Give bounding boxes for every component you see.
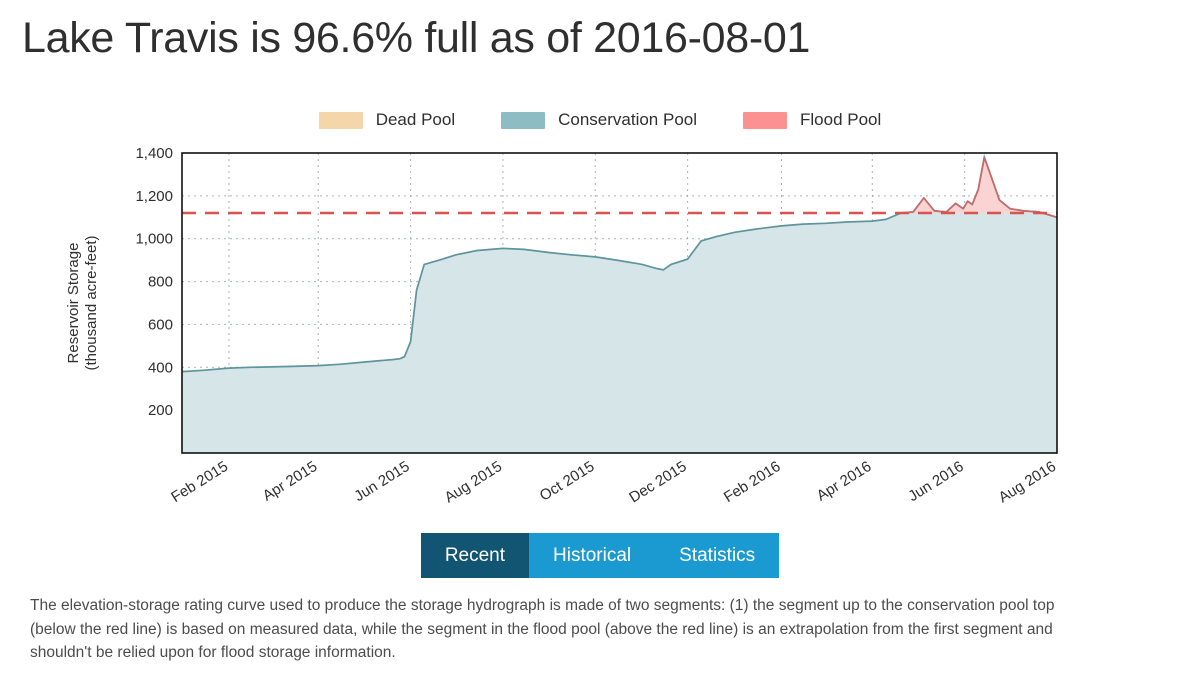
y-axis-title: Reservoir Storage (thousand acre-feet) — [65, 235, 100, 370]
svg-text:400: 400 — [148, 359, 173, 376]
legend-swatch-conservation-pool — [501, 111, 546, 129]
svg-text:Feb 2015: Feb 2015 — [168, 458, 231, 506]
svg-text:Jun 2015: Jun 2015 — [351, 458, 412, 505]
svg-text:Apr 2016: Apr 2016 — [814, 458, 875, 505]
legend-item-dead-pool: Dead Pool — [318, 110, 456, 130]
svg-text:Apr 2015: Apr 2015 — [260, 458, 321, 505]
svg-text:Feb 2016: Feb 2016 — [721, 458, 784, 506]
note-line-3: shouldn't be relied upon for flood stora… — [30, 644, 396, 662]
page-title: Lake Travis is 96.6% full as of 2016-08-… — [22, 14, 811, 62]
svg-text:Dec 2015: Dec 2015 — [626, 458, 689, 506]
svg-text:600: 600 — [148, 316, 173, 333]
legend-item-conservation-pool: Conservation Pool — [501, 110, 697, 130]
legend-label-dead-pool: Dead Pool — [375, 110, 456, 129]
legend-swatch-flood-pool — [743, 111, 788, 129]
legend-label-conservation-pool: Conservation Pool — [558, 110, 698, 129]
legend-label-flood-pool: Flood Pool — [800, 110, 882, 129]
storage-hydrograph-chart: 200 400 600 800 1,000 1,200 1,400 Feb 2015 Apr … — [0, 140, 1120, 510]
legend-item-flood-pool: Flood Pool — [743, 110, 881, 130]
legend-swatch-dead-pool — [318, 111, 363, 129]
chart-svg: 200 400 600 800 1,000 1,200 1,400 Feb 2015 Apr … — [65, 145, 1059, 506]
svg-text:Aug 2015: Aug 2015 — [442, 458, 505, 506]
rating-curve-note: The elevation-storage rating curve used … — [30, 594, 1175, 665]
svg-text:1,400: 1,400 — [135, 145, 173, 162]
tab-statistics[interactable]: Statistics — [655, 533, 780, 578]
svg-text:Aug 2016: Aug 2016 — [996, 458, 1059, 506]
svg-text:Reservoir Storage: Reservoir Storage — [65, 243, 82, 364]
svg-text:Jun 2016: Jun 2016 — [905, 458, 966, 505]
tab-recent[interactable]: Recent — [420, 533, 530, 578]
y-axis-ticks: 200 400 600 800 1,000 1,200 1,400 — [135, 145, 173, 419]
note-line-1: The elevation-storage rating curve used … — [30, 597, 1055, 614]
svg-text:800: 800 — [148, 274, 173, 291]
svg-text:200: 200 — [148, 402, 173, 419]
chart-legend: Dead Pool Conservation Pool Flood Pool — [0, 110, 1200, 130]
svg-text:(thousand acre-feet): (thousand acre-feet) — [83, 235, 100, 370]
x-axis-ticks: Feb 2015 Apr 2015 Jun 2015 Aug 2015 Oct 2015… — [168, 458, 1059, 506]
view-tabs[interactable]: Recent Historical Statistics — [0, 533, 1200, 578]
svg-text:Oct 2015: Oct 2015 — [537, 458, 598, 505]
note-line-2: (below the red line) is based on measure… — [30, 620, 1053, 638]
hydrograph-page: Lake Travis is 96.6% full as of 2016-08-… — [0, 0, 1200, 687]
svg-text:1,200: 1,200 — [135, 188, 173, 205]
svg-text:1,000: 1,000 — [135, 231, 173, 248]
tab-historical[interactable]: Historical — [529, 533, 656, 578]
